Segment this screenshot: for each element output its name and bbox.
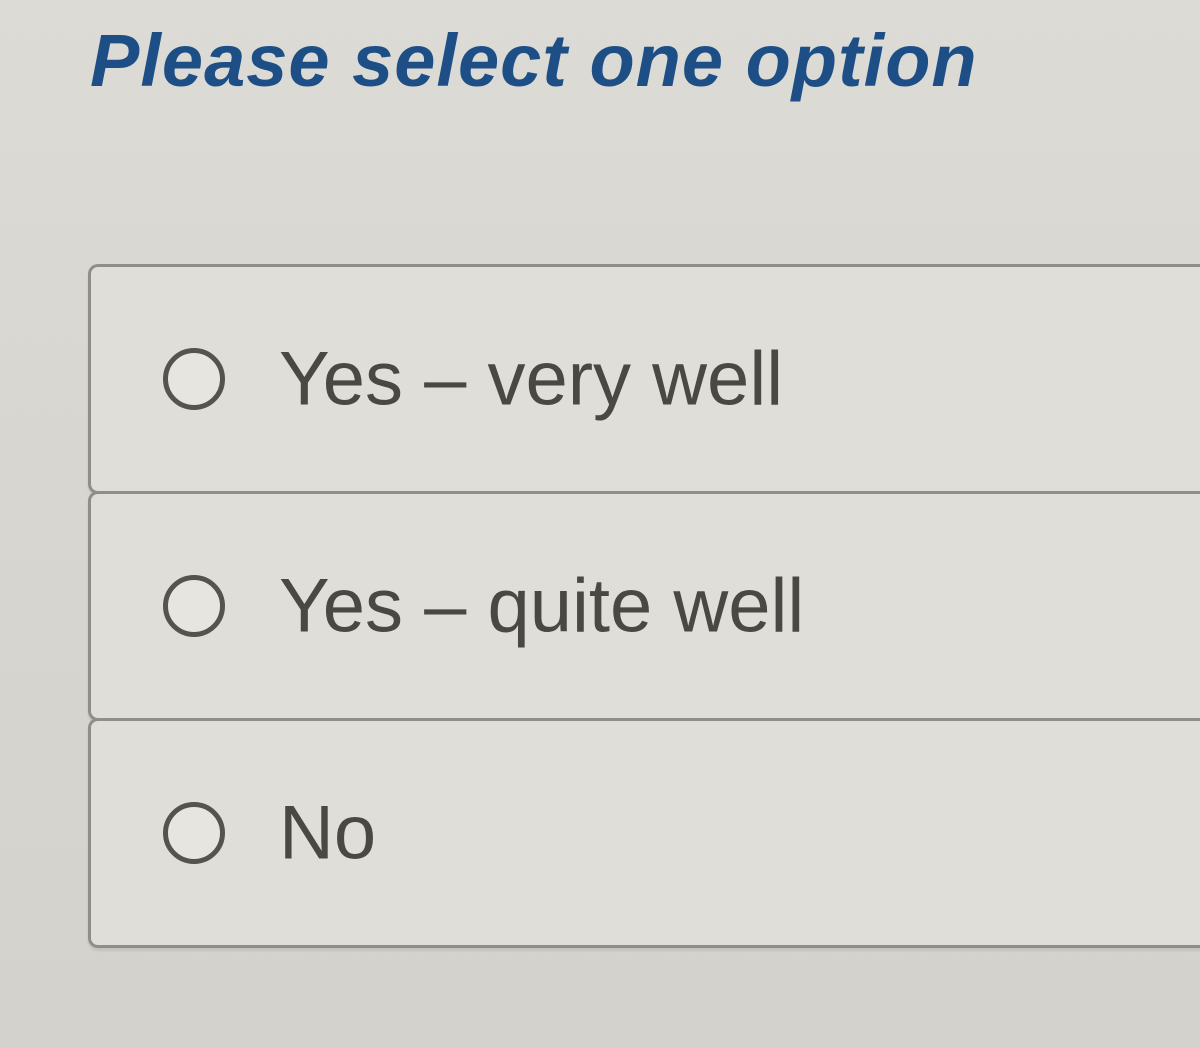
option-no[interactable]: No (88, 718, 1200, 948)
option-yes-quite-well[interactable]: Yes – quite well (88, 491, 1200, 721)
option-label: Yes – very well (279, 336, 784, 422)
option-yes-very-well[interactable]: Yes – very well (88, 264, 1200, 494)
option-label: Yes – quite well (279, 563, 805, 649)
radio-button-icon[interactable] (163, 575, 225, 637)
radio-button-icon[interactable] (163, 802, 225, 864)
option-list: Yes – very well Yes – quite well No (88, 264, 1200, 948)
option-label: No (279, 790, 377, 876)
page-title: Please select one option (90, 19, 978, 102)
radio-button-icon[interactable] (163, 348, 225, 410)
